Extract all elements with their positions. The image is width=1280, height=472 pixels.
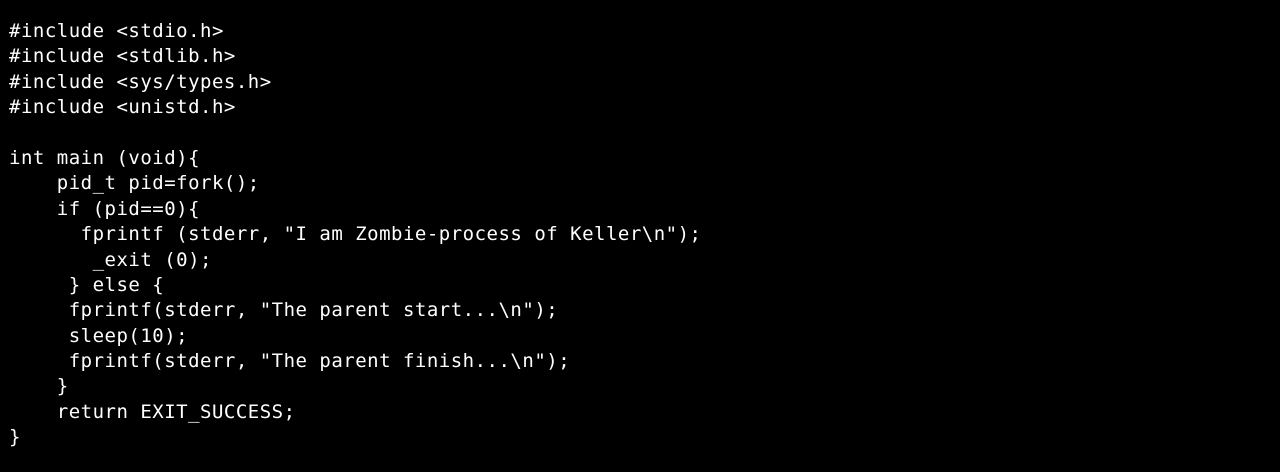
- code-line: int main (void){: [9, 146, 201, 169]
- code-line: #include <stdlib.h>: [9, 45, 236, 68]
- code-line: if (pid==0){: [9, 197, 201, 220]
- code-line: fprintf (stderr, "I am Zombie-process of…: [9, 223, 702, 246]
- code-line: return EXIT_SUCCESS;: [9, 400, 296, 423]
- code-line: } else {: [9, 273, 165, 296]
- code-block[interactable]: #include <stdio.h> #include <stdlib.h> #…: [9, 19, 701, 451]
- code-line: }: [9, 375, 69, 398]
- code-line: _exit (0);: [9, 248, 212, 271]
- code-line: #include <stdio.h>: [9, 20, 224, 42]
- code-line: fprintf(stderr, "The parent finish...\n"…: [9, 350, 571, 373]
- code-line: #include <sys/types.h>: [9, 70, 272, 93]
- code-line: pid_t pid=fork();: [9, 172, 260, 195]
- code-line: sleep(10);: [9, 324, 189, 347]
- code-line: }: [9, 426, 21, 449]
- terminal-window: #include <stdio.h> #include <stdlib.h> #…: [0, 0, 1280, 472]
- code-line: fprintf(stderr, "The parent start...\n")…: [9, 299, 559, 322]
- code-line: #include <unistd.h>: [9, 96, 236, 119]
